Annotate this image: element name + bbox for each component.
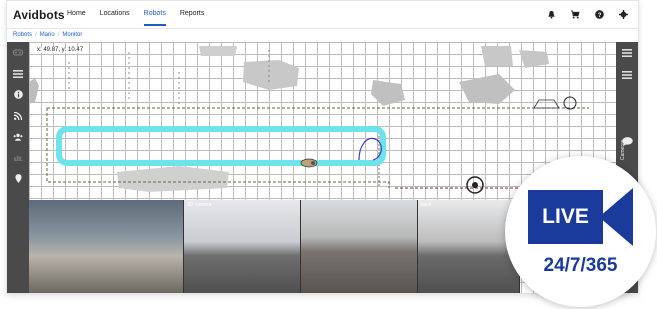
- nav-home[interactable]: Home: [67, 10, 86, 26]
- nav-robots[interactable]: Robots: [143, 10, 166, 26]
- map-coordinates: x: 49.87, y: 10.47: [35, 47, 86, 53]
- live-label: LIVE: [528, 190, 603, 244]
- camera-label: back: [421, 202, 432, 208]
- availability-label: 24/7/365: [543, 255, 618, 276]
- rss-icon[interactable]: [7, 105, 29, 126]
- left-sidebar: [7, 42, 29, 293]
- svg-text:?: ?: [597, 11, 601, 18]
- breadcrumb-monitor: Monitor: [62, 32, 83, 38]
- brand-logo[interactable]: Avidbots: [13, 8, 65, 22]
- camera-feed-1[interactable]: [29, 200, 184, 293]
- users-icon[interactable]: [7, 126, 29, 147]
- nav-reports[interactable]: Reports: [180, 10, 205, 26]
- help-icon[interactable]: ?: [594, 9, 604, 19]
- location-pin-icon[interactable]: [7, 168, 29, 189]
- main-nav: Home Locations Robots Reports: [67, 10, 218, 26]
- menu-icon[interactable]: [616, 42, 638, 64]
- menu-icon[interactable]: [7, 63, 29, 84]
- bell-icon[interactable]: [546, 9, 556, 19]
- info-icon[interactable]: [7, 84, 29, 105]
- nav-locations[interactable]: Locations: [100, 10, 130, 26]
- camera-feed-4[interactable]: back: [418, 200, 520, 293]
- robot-icon[interactable]: [7, 42, 29, 63]
- top-icons: ?: [532, 9, 628, 19]
- camera-feed-2[interactable]: 3D camera: [184, 200, 301, 293]
- video-camera-icon: [599, 188, 633, 246]
- cameras-vertical-label[interactable]: Cameras: [620, 140, 626, 160]
- cart-icon[interactable]: [570, 9, 580, 19]
- top-bar: Avidbots Home Locations Robots Reports ?: [7, 1, 638, 29]
- menu-icon[interactable]: [616, 64, 638, 86]
- breadcrumb: Robots / Mario / Monitor: [13, 32, 83, 38]
- breadcrumb-robots[interactable]: Robots: [13, 32, 32, 38]
- camera-label: 3D camera: [187, 202, 212, 208]
- live-badge: LIVE 24/7/365: [505, 156, 656, 307]
- camera-feed-3[interactable]: [301, 200, 418, 293]
- breadcrumb-mario[interactable]: Mario: [40, 32, 55, 38]
- stats-icon[interactable]: [7, 147, 29, 168]
- settings-icon[interactable]: [618, 9, 628, 19]
